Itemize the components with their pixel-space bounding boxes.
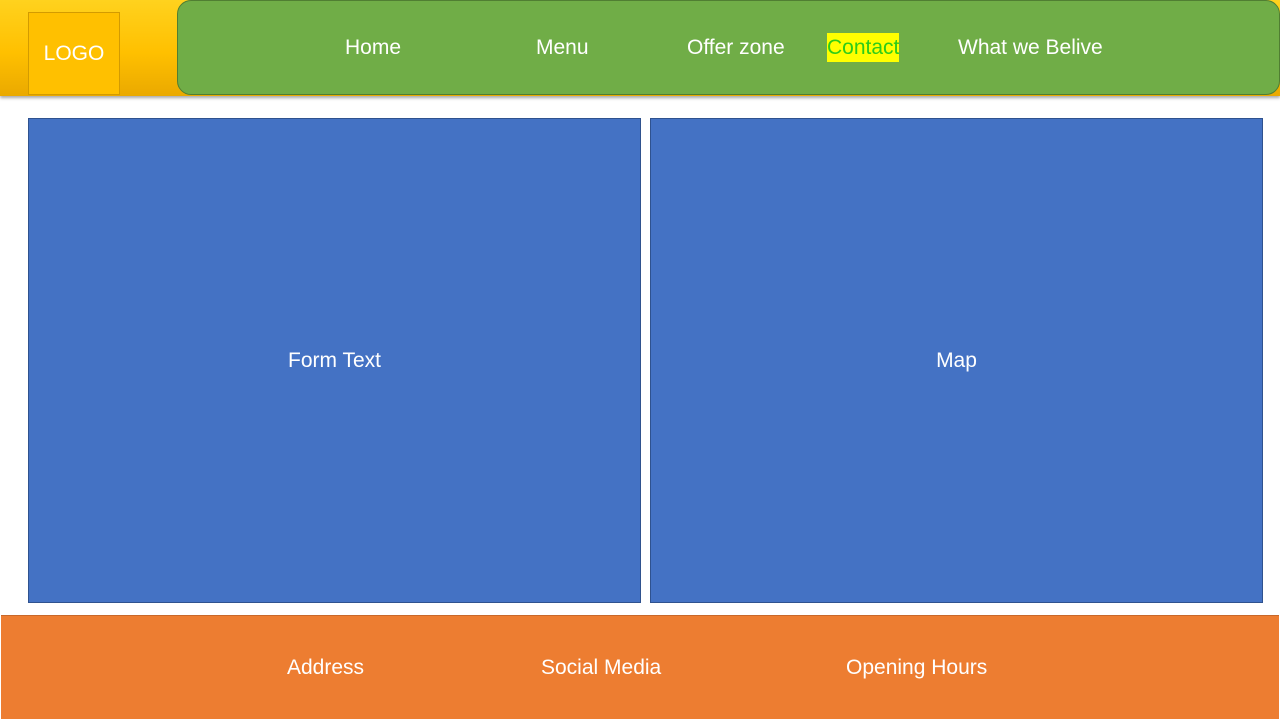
nav-item-offer-zone[interactable]: Offer zone xyxy=(687,33,785,62)
logo[interactable]: LOGO xyxy=(28,12,120,95)
form-panel[interactable]: Form Text xyxy=(28,118,641,603)
footer-item-address[interactable]: Address xyxy=(287,654,364,682)
map-panel[interactable]: Map xyxy=(650,118,1263,603)
footer-item-social-media[interactable]: Social Media xyxy=(541,654,661,682)
form-panel-label: Form Text xyxy=(288,348,381,372)
footer-item-opening-hours[interactable]: Opening Hours xyxy=(846,654,987,682)
footer: Address Social Media Opening Hours xyxy=(1,615,1279,719)
nav-item-home[interactable]: Home xyxy=(345,33,401,62)
map-panel-label: Map xyxy=(936,348,977,372)
nav-item-menu[interactable]: Menu xyxy=(536,33,589,62)
main-nav: Home Menu Offer zone Contact What we Bel… xyxy=(177,0,1280,95)
nav-item-contact[interactable]: Contact xyxy=(827,33,900,62)
nav-item-what-we-belive[interactable]: What we Belive xyxy=(958,33,1103,62)
